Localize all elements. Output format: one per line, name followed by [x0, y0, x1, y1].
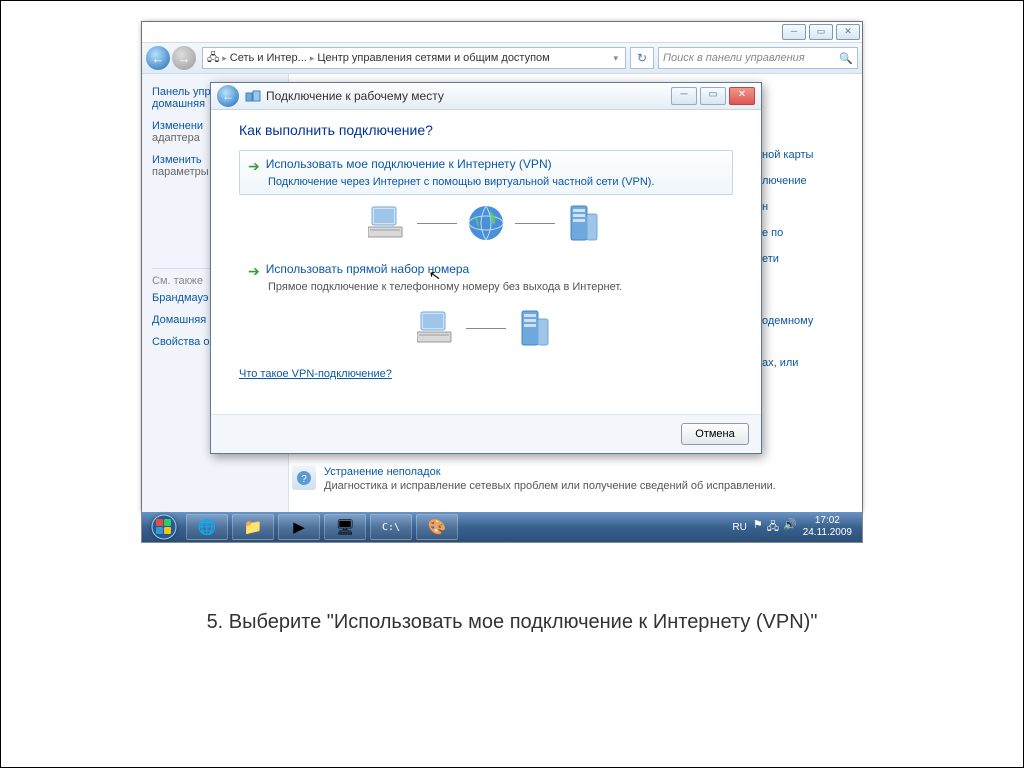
breadcrumb[interactable]: 🖧 ▸ Сеть и Интер... ▸ Центр управления с… — [202, 47, 626, 69]
time-text: 17:02 — [803, 515, 852, 527]
troubleshoot-desc: Диагностика и исправление сетевых пробле… — [324, 480, 852, 492]
breadcrumb-group: Сеть и Интер... — [230, 52, 307, 64]
server-icon — [512, 308, 558, 348]
troubleshoot-row[interactable]: ? Устранение неполадок Диагностика и исп… — [292, 466, 852, 492]
arrow-icon: ➔ — [248, 263, 260, 280]
dialog-back-button[interactable]: ← — [217, 85, 239, 107]
option-vpn-title: Использовать мое подключение к Интернету… — [266, 157, 552, 171]
connect-workplace-dialog: ← Подключение к рабочему месту ─ ▭ ✕ Как… — [210, 82, 762, 454]
cancel-button[interactable]: Отмена — [681, 423, 749, 445]
search-placeholder: Поиск в панели управления — [663, 52, 805, 64]
refresh-button[interactable]: ↻ — [630, 47, 654, 69]
clock[interactable]: 17:02 24.11.2009 — [803, 515, 852, 539]
date-text: 24.11.2009 — [803, 527, 852, 539]
tray-icons[interactable]: ⚑ 🖧 🔊 — [753, 518, 797, 537]
globe-icon — [463, 203, 509, 243]
taskbar-paint[interactable]: 🎨 — [416, 514, 458, 540]
page-frame: ─ ▭ ✕ ← → 🖧 ▸ Сеть и Интер... ▸ Центр уп… — [0, 0, 1024, 768]
svg-text:?: ? — [301, 474, 307, 485]
option-dialup-title: Использовать прямой набор номера — [266, 262, 469, 276]
vpn-diagram — [239, 203, 733, 243]
taskbar-control-panel[interactable]: 🖥 — [324, 514, 366, 540]
address-bar: ← → 🖧 ▸ Сеть и Интер... ▸ Центр управлен… — [142, 42, 862, 74]
maximize-button[interactable]: ▭ — [809, 24, 833, 40]
option-vpn-desc: Подключение через Интернет с помощью вир… — [268, 176, 724, 188]
dialup-diagram — [239, 308, 733, 348]
dialog-body: Как выполнить подключение? ➔ Использоват… — [211, 110, 761, 414]
search-input[interactable]: Поиск в панели управления 🔍 — [658, 47, 858, 69]
control-panel-icon: 🖥 — [335, 518, 354, 536]
server-icon — [561, 203, 607, 243]
nav-forward-button[interactable]: → — [172, 46, 196, 70]
minimize-button[interactable]: ─ — [782, 24, 806, 40]
ie-icon: 🌐 — [198, 518, 217, 536]
dialog-close-button[interactable]: ✕ — [729, 87, 755, 105]
nav-back-button[interactable]: ← — [146, 46, 170, 70]
breadcrumb-separator: ▸ — [222, 53, 227, 64]
taskbar-explorer[interactable]: 📁 — [232, 514, 274, 540]
taskbar-wmp[interactable]: ▶ — [278, 514, 320, 540]
language-indicator[interactable]: RU — [732, 522, 746, 533]
option-dialup-desc: Прямое подключение к телефонному номеру … — [268, 281, 724, 293]
instruction-caption: 5. Выберите "Использовать мое подключени… — [1, 611, 1023, 634]
taskbar-cmd[interactable]: C:\ — [370, 514, 412, 540]
computer-icon — [365, 203, 411, 243]
window-controls: ─ ▭ ✕ — [782, 24, 860, 40]
troubleshoot-icon: ? — [292, 466, 316, 490]
dialog-minimize-button[interactable]: ─ — [671, 87, 697, 105]
troubleshoot-title: Устранение неполадок — [324, 466, 852, 478]
computer-icon — [414, 308, 460, 348]
what-is-vpn-link[interactable]: Что такое VPN-подключение? — [239, 368, 392, 380]
dialog-footer: Отмена — [211, 414, 761, 453]
volume-icon: 🔊 — [783, 518, 797, 537]
taskbar: 🌐 📁 ▶ 🖥 C:\ 🎨 RU ⚑ 🖧 🔊 17:02 24.11.2009 — [142, 512, 862, 542]
flag-icon: ⚑ — [753, 518, 763, 537]
system-tray: RU ⚑ 🖧 🔊 17:02 24.11.2009 — [732, 515, 858, 539]
network-icon: 🖧 — [767, 518, 779, 537]
workplace-icon — [245, 88, 261, 104]
arrow-icon: ➔ — [248, 158, 260, 175]
dialog-heading: Как выполнить подключение? — [239, 122, 733, 138]
media-player-icon: ▶ — [293, 518, 305, 536]
search-icon: 🔍 — [839, 52, 853, 65]
right-link-fragments: ной карты лючение н е по ети одемному ах… — [762, 149, 842, 383]
option-vpn[interactable]: ➔ Использовать мое подключение к Интерне… — [239, 150, 733, 195]
breadcrumb-page: Центр управления сетями и общим доступом — [317, 52, 549, 64]
cmd-icon: C:\ — [382, 522, 400, 533]
folder-icon: 📁 — [244, 518, 263, 536]
dialog-titlebar: ← Подключение к рабочему месту ─ ▭ ✕ — [211, 83, 761, 110]
close-button[interactable]: ✕ — [836, 24, 860, 40]
paint-icon: 🎨 — [428, 518, 447, 536]
start-button[interactable] — [146, 513, 182, 541]
taskbar-ie[interactable]: 🌐 — [186, 514, 228, 540]
net-icon: 🖧 — [207, 49, 219, 68]
dialog-maximize-button[interactable]: ▭ — [700, 87, 726, 105]
option-dialup[interactable]: ➔ Использовать прямой набор номера Прямо… — [239, 255, 733, 300]
dialog-title: Подключение к рабочему месту — [266, 89, 444, 103]
chevron-down-icon[interactable]: ▾ — [613, 53, 618, 64]
desktop-area: ─ ▭ ✕ ← → 🖧 ▸ Сеть и Интер... ▸ Центр уп… — [141, 21, 863, 543]
breadcrumb-separator: ▸ — [310, 53, 315, 64]
